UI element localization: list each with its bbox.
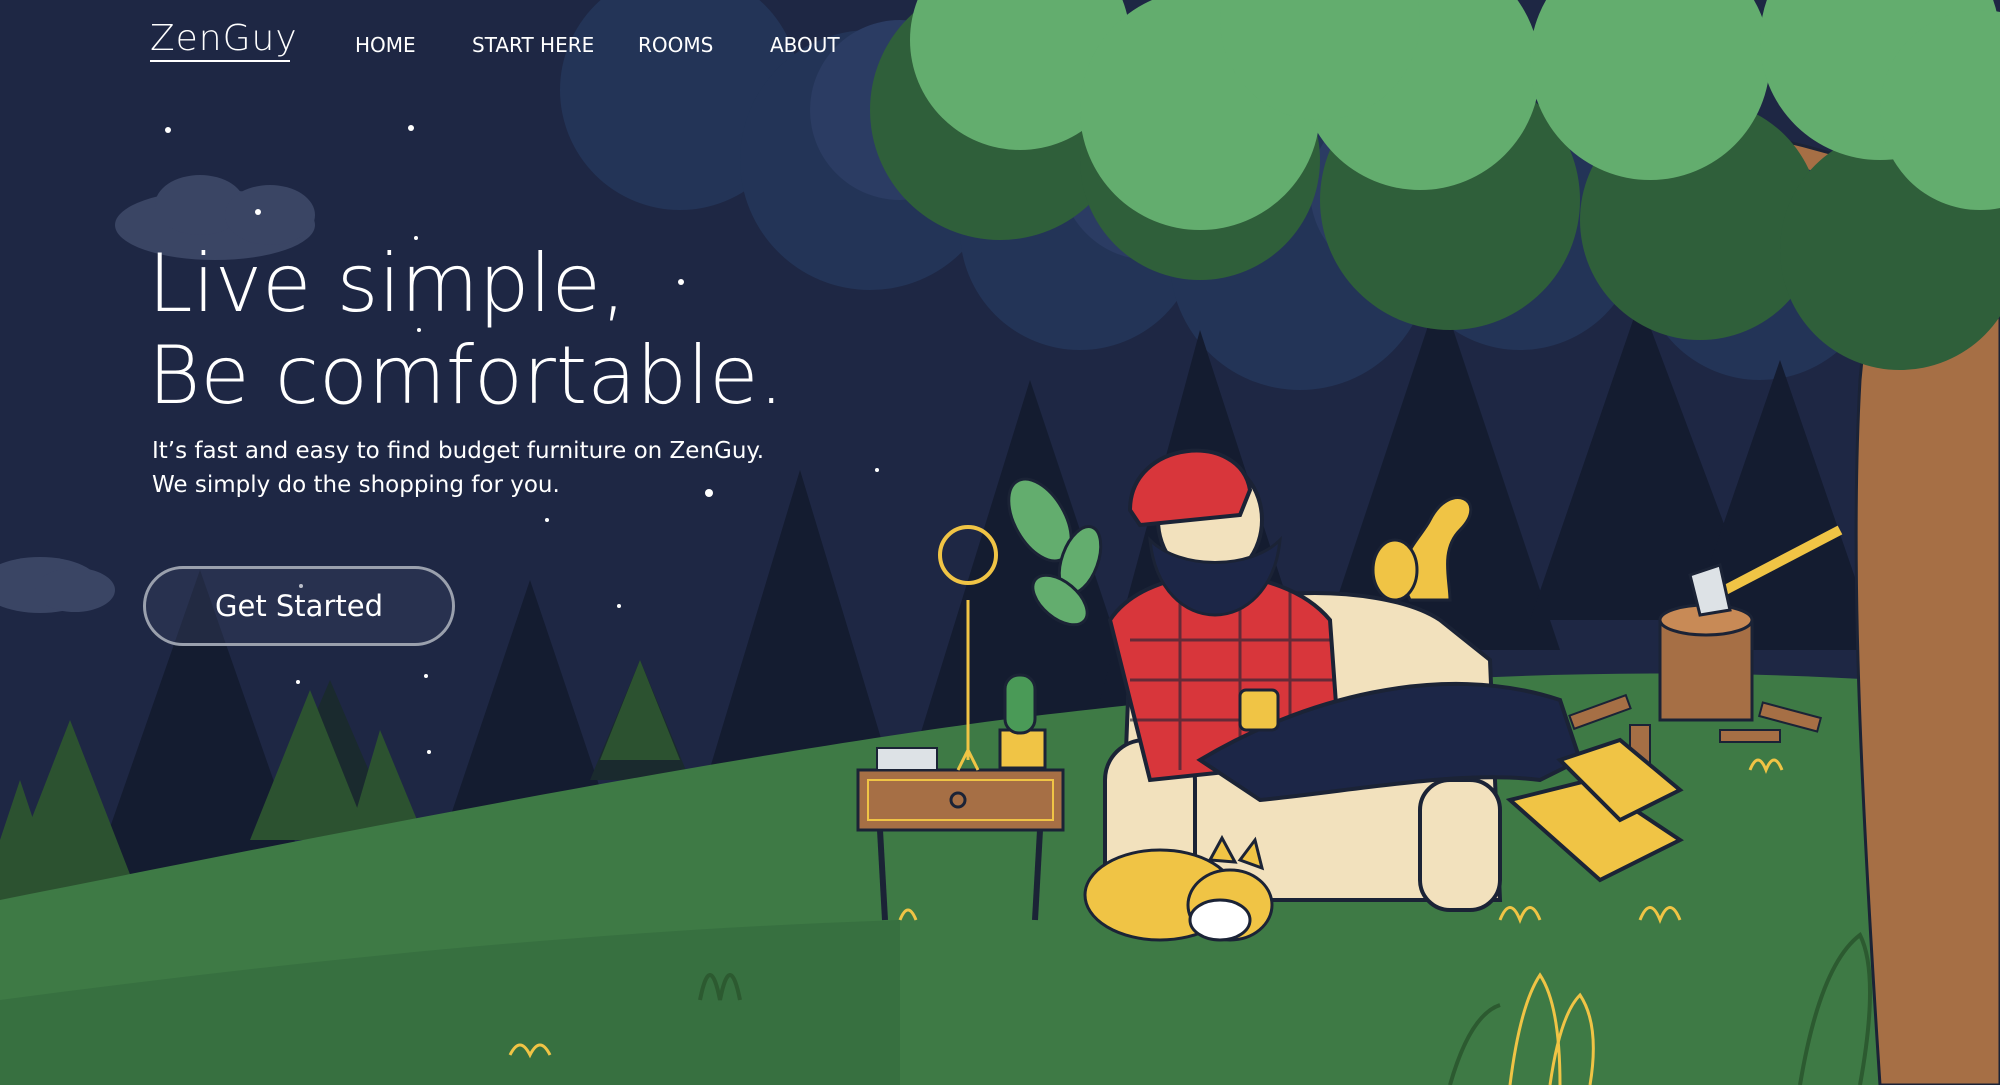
nav-about[interactable]: ABOUT xyxy=(770,33,840,57)
hero-subtitle: It’s fast and easy to find budget furnit… xyxy=(152,434,764,502)
get-started-button[interactable]: Get Started xyxy=(143,566,455,646)
mug-icon xyxy=(1238,688,1280,732)
cactus-icon xyxy=(1003,673,1037,735)
hero-title-line-1: Live simple, xyxy=(148,237,627,330)
top-navigation: ZenGuy HOME START HERE ROOMS ABOUT xyxy=(0,0,1000,90)
hero-title-line-2: Be comfortable. xyxy=(148,329,784,422)
cactus-pot xyxy=(998,728,1047,770)
hero-subtitle-line-1: It’s fast and easy to find budget furnit… xyxy=(152,438,765,464)
hero-illustration xyxy=(0,0,2000,1085)
hero-title: Live simple, Be comfortable. xyxy=(148,238,784,422)
logo-underline xyxy=(150,60,290,62)
nav-home[interactable]: HOME xyxy=(355,33,416,57)
hero-section: ZenGuy HOME START HERE ROOMS ABOUT Live … xyxy=(0,0,2000,1085)
nav-rooms[interactable]: ROOMS xyxy=(638,33,713,57)
nav-start-here[interactable]: START HERE xyxy=(472,33,594,57)
hero-subtitle-line-2: We simply do the shopping for you. xyxy=(152,472,560,498)
zenguy-logo[interactable]: ZenGuy xyxy=(150,18,298,59)
